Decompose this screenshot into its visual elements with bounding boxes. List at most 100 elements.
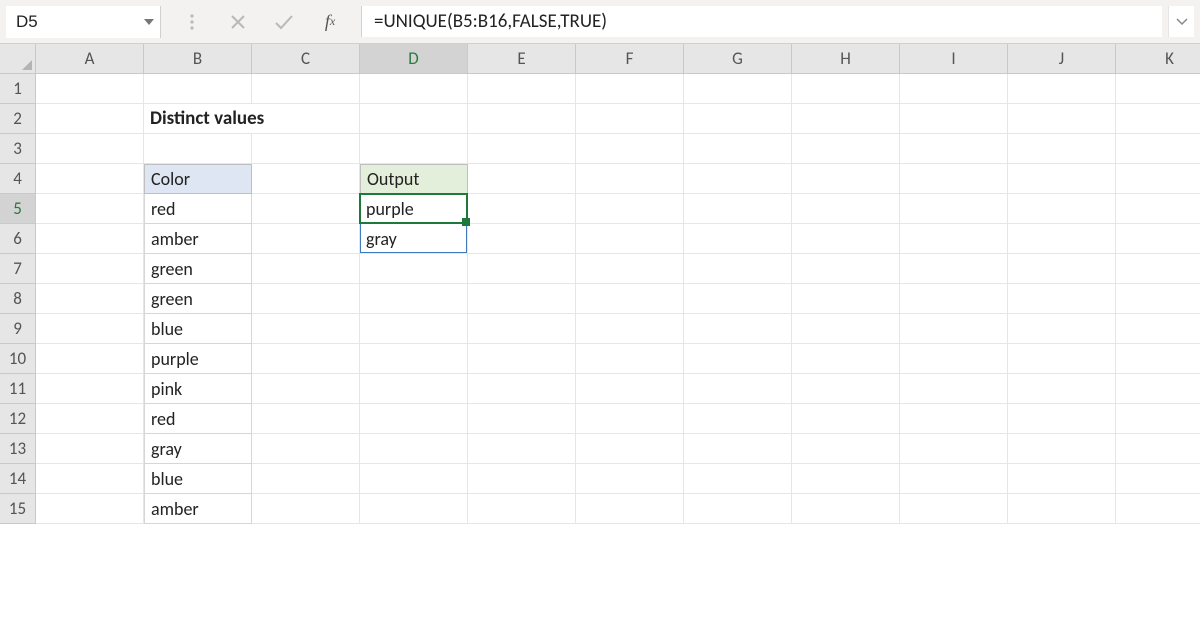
cell[interactable]: [360, 284, 468, 314]
cell[interactable]: [900, 434, 1008, 464]
column-header[interactable]: H: [792, 44, 900, 74]
color-cell[interactable]: green: [144, 284, 252, 314]
cell[interactable]: [36, 374, 144, 404]
cell[interactable]: [360, 104, 468, 134]
cell[interactable]: [1008, 134, 1116, 164]
table-header-output[interactable]: Output: [360, 164, 468, 194]
cell[interactable]: [576, 314, 684, 344]
column-header[interactable]: E: [468, 44, 576, 74]
row-header[interactable]: 2: [0, 104, 36, 134]
name-box[interactable]: [6, 6, 138, 38]
cell[interactable]: [684, 494, 792, 524]
cell[interactable]: [360, 494, 468, 524]
cell[interactable]: [684, 224, 792, 254]
cell[interactable]: [1008, 404, 1116, 434]
cell[interactable]: [36, 464, 144, 494]
cell[interactable]: [36, 194, 144, 224]
color-cell[interactable]: blue: [144, 314, 252, 344]
cell[interactable]: [792, 404, 900, 434]
cell[interactable]: [684, 464, 792, 494]
cell[interactable]: [252, 494, 360, 524]
cell[interactable]: [360, 464, 468, 494]
cell[interactable]: [1008, 494, 1116, 524]
cell[interactable]: [900, 464, 1008, 494]
cell[interactable]: [684, 74, 792, 104]
cell[interactable]: [468, 104, 576, 134]
cell[interactable]: [576, 74, 684, 104]
cell[interactable]: [900, 164, 1008, 194]
cell[interactable]: [900, 254, 1008, 284]
cell[interactable]: [360, 344, 468, 374]
row-header[interactable]: 1: [0, 74, 36, 104]
cell[interactable]: [252, 224, 360, 254]
cell[interactable]: [1116, 164, 1200, 194]
color-cell[interactable]: red: [144, 404, 252, 434]
cell[interactable]: [1008, 74, 1116, 104]
cell[interactable]: [468, 194, 576, 224]
row-header[interactable]: 5: [0, 194, 36, 224]
cancel-icon[interactable]: [225, 9, 251, 35]
cell[interactable]: [1116, 134, 1200, 164]
cell[interactable]: [252, 344, 360, 374]
color-cell[interactable]: red: [144, 194, 252, 224]
cell[interactable]: [468, 494, 576, 524]
cell[interactable]: [684, 404, 792, 434]
formula-input[interactable]: =UNIQUE(B5:B16,FALSE,TRUE): [361, 6, 1162, 37]
color-cell[interactable]: pink: [144, 374, 252, 404]
cell[interactable]: [900, 494, 1008, 524]
cell[interactable]: [684, 194, 792, 224]
cell[interactable]: [576, 134, 684, 164]
row-header[interactable]: 14: [0, 464, 36, 494]
cell[interactable]: [360, 404, 468, 434]
cell[interactable]: [684, 374, 792, 404]
cell[interactable]: [684, 284, 792, 314]
cell[interactable]: [252, 194, 360, 224]
cell[interactable]: [1008, 164, 1116, 194]
cell[interactable]: [576, 164, 684, 194]
cell[interactable]: [1116, 284, 1200, 314]
color-cell[interactable]: blue: [144, 464, 252, 494]
cell[interactable]: [576, 344, 684, 374]
cell[interactable]: [900, 74, 1008, 104]
cell[interactable]: [900, 194, 1008, 224]
column-header[interactable]: B: [144, 44, 252, 74]
cell[interactable]: [792, 284, 900, 314]
cell[interactable]: [360, 434, 468, 464]
cell[interactable]: [792, 314, 900, 344]
cell[interactable]: [684, 164, 792, 194]
cell[interactable]: [576, 104, 684, 134]
cell[interactable]: [684, 314, 792, 344]
enter-icon[interactable]: [271, 9, 297, 35]
column-header[interactable]: J: [1008, 44, 1116, 74]
row-header[interactable]: 11: [0, 374, 36, 404]
row-header[interactable]: 4: [0, 164, 36, 194]
cell[interactable]: [36, 224, 144, 254]
column-header[interactable]: I: [900, 44, 1008, 74]
cell[interactable]: [900, 404, 1008, 434]
column-header[interactable]: G: [684, 44, 792, 74]
cell[interactable]: [468, 284, 576, 314]
cell[interactable]: [1116, 104, 1200, 134]
row-header[interactable]: 9: [0, 314, 36, 344]
cell[interactable]: [468, 74, 576, 104]
cell[interactable]: [684, 104, 792, 134]
cell[interactable]: [36, 494, 144, 524]
cell[interactable]: [684, 434, 792, 464]
title-cell[interactable]: Distinct values: [144, 104, 360, 134]
cell[interactable]: [576, 254, 684, 284]
cell[interactable]: [1116, 404, 1200, 434]
column-header[interactable]: K: [1116, 44, 1200, 74]
cell[interactable]: [900, 344, 1008, 374]
formula-options-icon[interactable]: [179, 9, 205, 35]
cell[interactable]: [1116, 344, 1200, 374]
cell[interactable]: [792, 224, 900, 254]
cell[interactable]: [1116, 224, 1200, 254]
cell[interactable]: [468, 464, 576, 494]
cell[interactable]: [1116, 74, 1200, 104]
cell[interactable]: [576, 284, 684, 314]
row-header[interactable]: 13: [0, 434, 36, 464]
cell[interactable]: [468, 254, 576, 284]
cell[interactable]: [1116, 254, 1200, 284]
cell[interactable]: [36, 104, 144, 134]
cell[interactable]: [1116, 434, 1200, 464]
